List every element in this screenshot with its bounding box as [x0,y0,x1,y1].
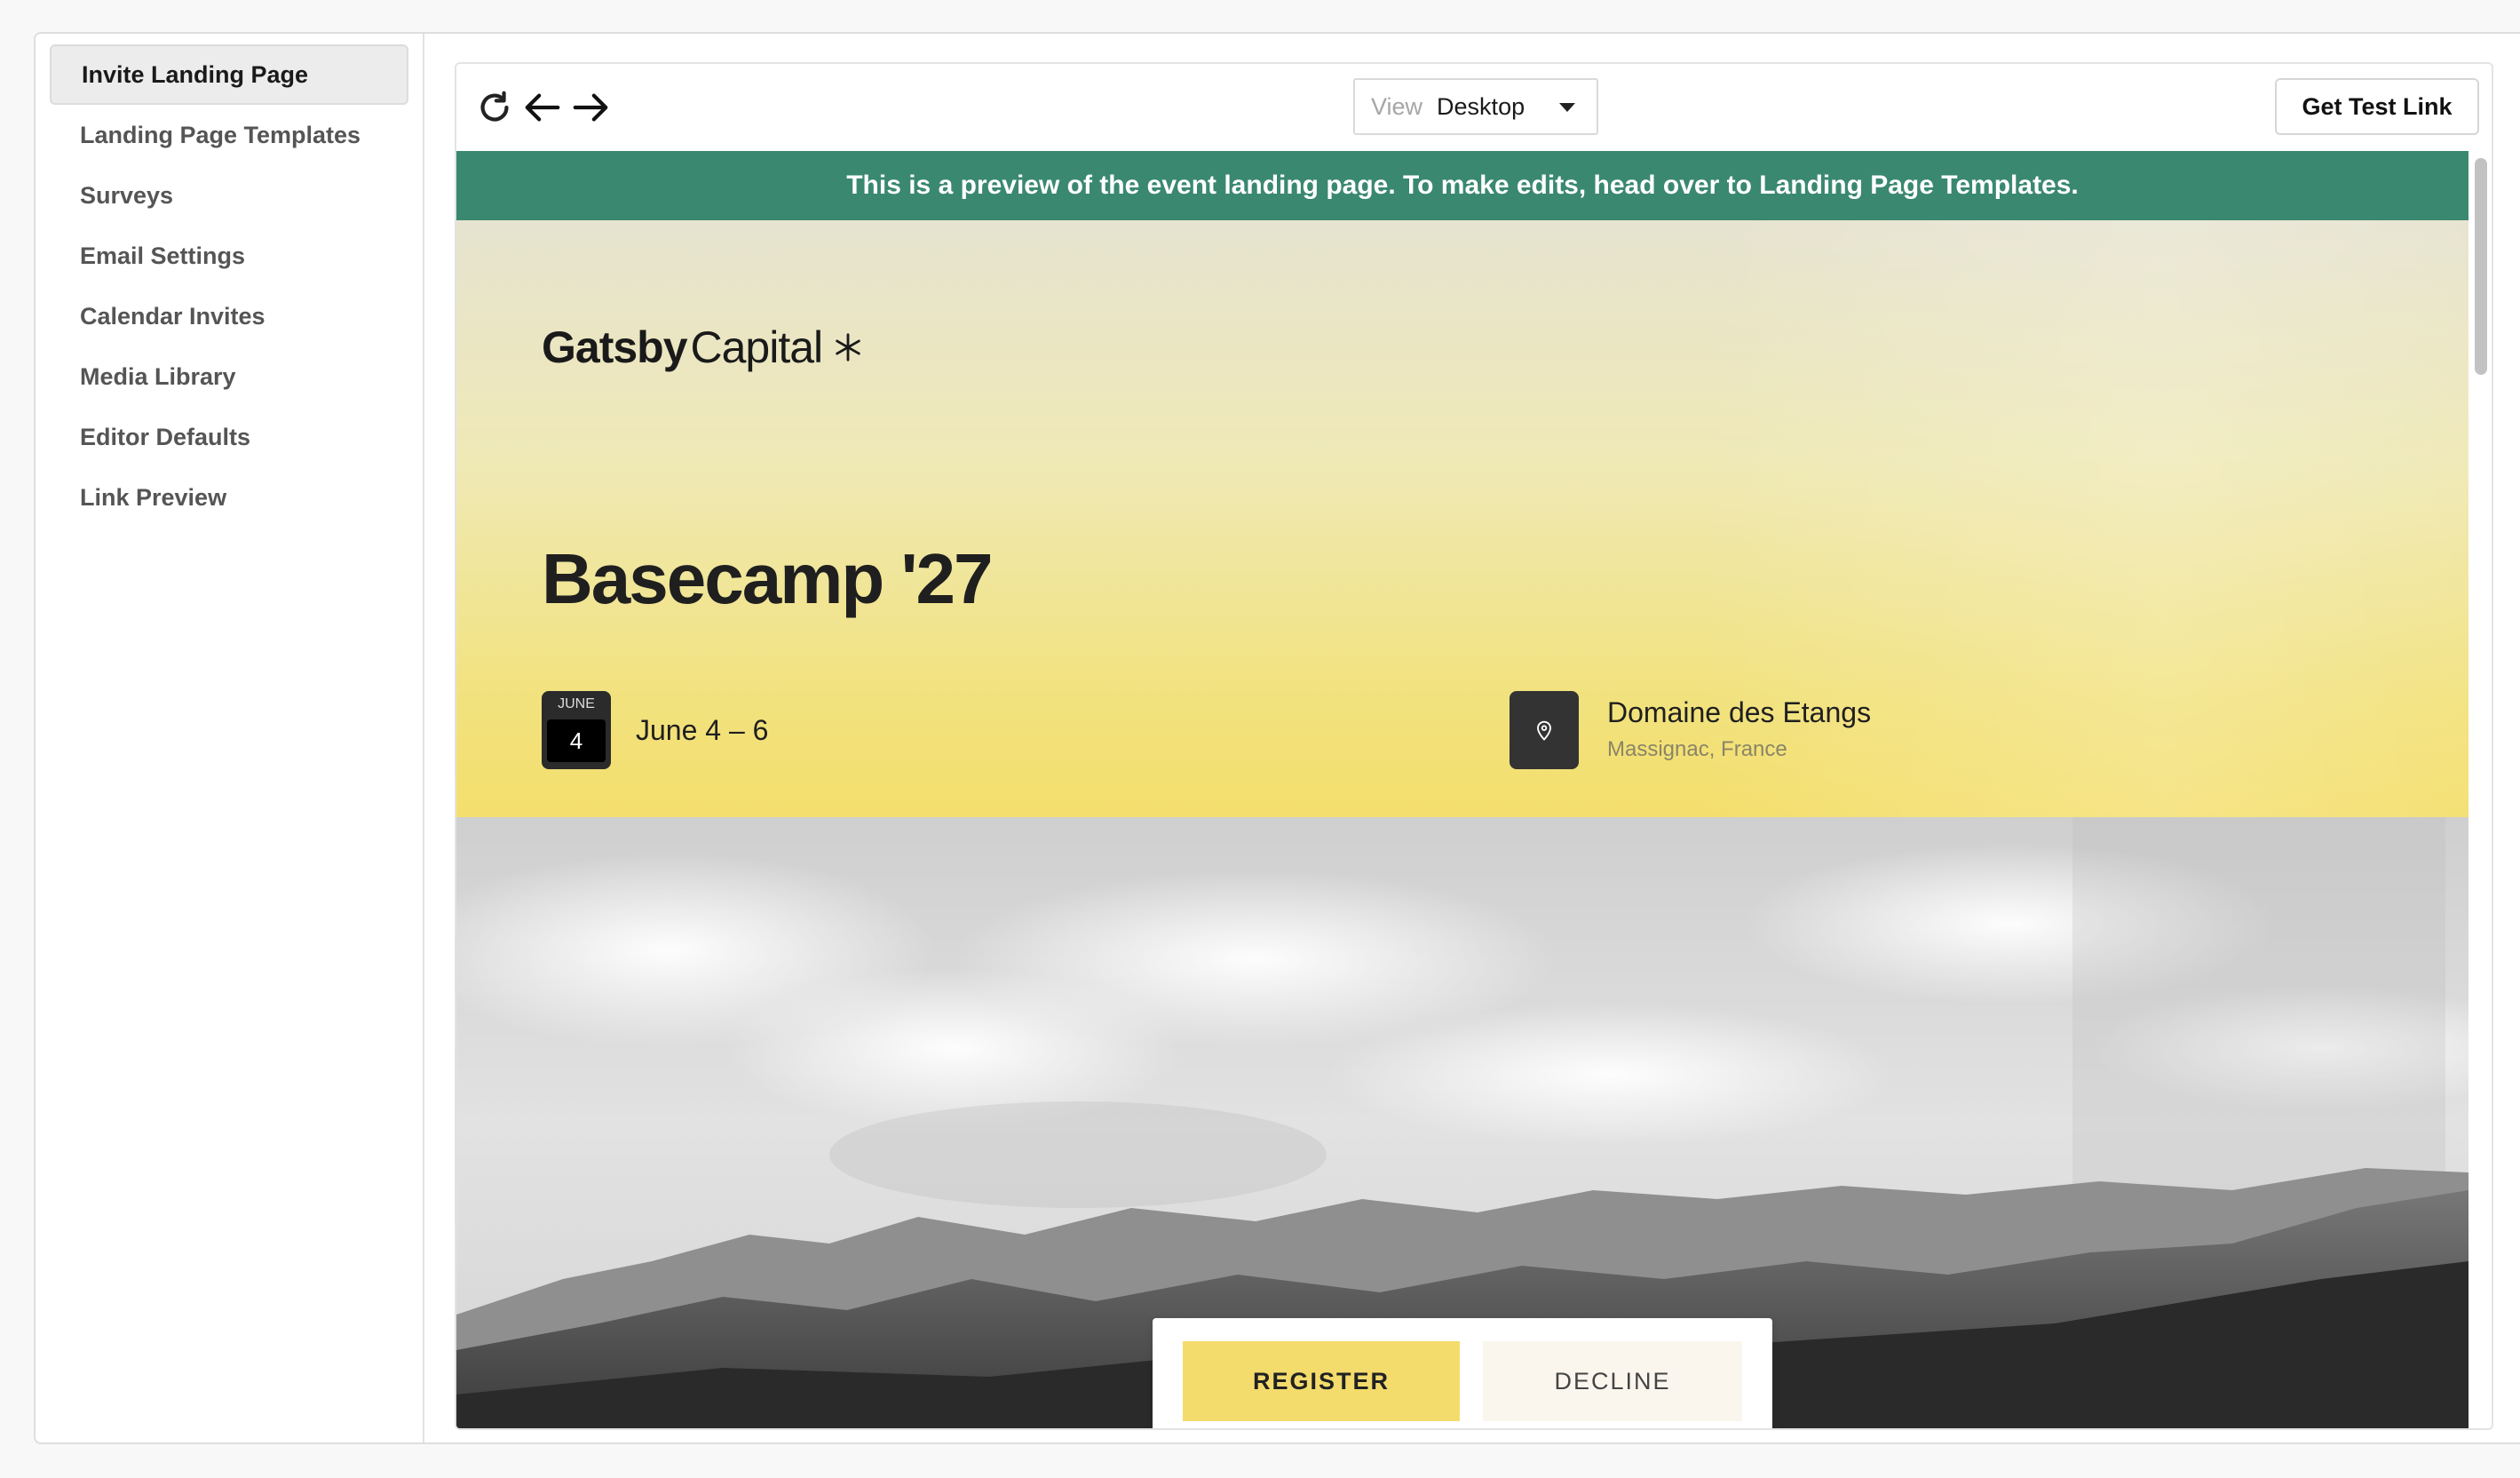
sidebar-item-invite-landing-page[interactable]: Invite Landing Page [50,44,408,105]
caret-down-icon [1559,103,1575,112]
preview-frame: View Desktop Get Test Link This is a pre… [455,62,2493,1430]
sidebar-item-calendar-invites[interactable]: Calendar Invites [50,286,408,346]
get-test-link-button[interactable]: Get Test Link [2275,78,2479,135]
sidebar-item-label: Invite Landing Page [82,60,309,88]
location-pin-icon [1510,691,1579,769]
asterisk-icon [836,333,860,362]
landing-page-preview: This is a preview of the event landing p… [456,151,2468,1428]
sidebar-item-email-settings[interactable]: Email Settings [50,226,408,286]
preview-toolbar: View Desktop Get Test Link [456,64,2492,151]
logo-text-bold: Gatsby [542,322,688,372]
venue-location: Massignac, France [1607,737,1787,761]
event-dates: June 4 – 6 [636,714,769,746]
view-value: Desktop [1437,92,1525,120]
brand-logo: Gatsby Capital [542,322,863,373]
refresh-icon[interactable] [474,87,515,128]
decline-button[interactable]: DECLINE [1483,1341,1742,1421]
sidebar-item-label: Email Settings [80,242,246,269]
sidebar-item-label: Media Library [80,362,236,390]
sidebar-item-landing-page-templates[interactable]: Landing Page Templates [50,105,408,165]
sidebar-item-label: Link Preview [80,483,227,511]
sidebar-item-editor-defaults[interactable]: Editor Defaults [50,407,408,467]
hero-section: Gatsby Capital Basecamp '27 JUNE 4 June … [456,220,2468,817]
settings-card: Invite Landing Page Landing Page Templat… [34,32,2520,1444]
sidebar-item-surveys[interactable]: Surveys [50,165,408,226]
scrollbar-thumb[interactable] [2475,158,2487,375]
sidebar-item-link-preview[interactable]: Link Preview [50,467,408,528]
calendar-month: JUNE [558,696,595,711]
preview-info-banner: This is a preview of the event landing p… [456,151,2468,220]
sidebar: Invite Landing Page Landing Page Templat… [36,34,424,1442]
sidebar-item-media-library[interactable]: Media Library [50,346,408,407]
calendar-icon: JUNE 4 [542,691,611,769]
event-title: Basecamp '27 [542,539,993,618]
logo-text-light: Capital [690,322,824,372]
view-label: View [1371,92,1423,120]
calendar-day: 4 [547,719,606,762]
sidebar-item-label: Landing Page Templates [80,121,361,148]
sidebar-item-label: Calendar Invites [80,302,265,330]
sidebar-item-label: Surveys [80,181,174,209]
rsvp-action-card: REGISTER DECLINE [1153,1318,1772,1428]
venue-name: Domaine des Etangs [1607,696,1872,728]
view-mode-select[interactable]: View Desktop [1353,78,1598,135]
arrow-right-icon[interactable] [570,87,611,128]
sidebar-item-label: Editor Defaults [80,423,251,450]
preview-scrollbar[interactable] [2468,151,2492,1428]
register-button[interactable]: REGISTER [1183,1341,1460,1421]
arrow-left-icon[interactable] [522,87,563,128]
